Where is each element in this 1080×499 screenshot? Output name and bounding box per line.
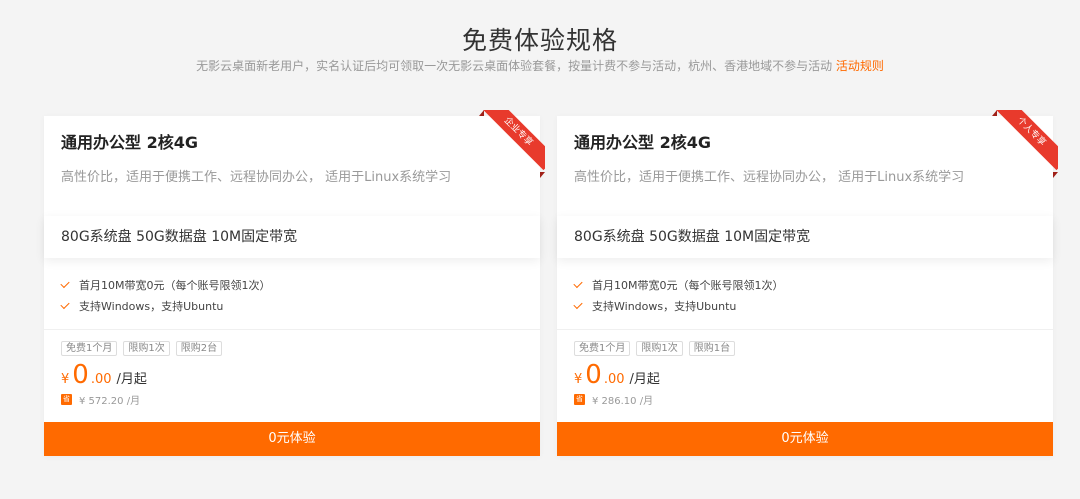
rules-link[interactable]: 活动规则: [836, 59, 884, 73]
price-integer: 0: [585, 360, 602, 390]
price-area: 免费1个月 限购1次 限购2台 ¥ 0 .00 /月起 省 ¥ 572.20 /…: [44, 330, 540, 422]
tag: 限购1次: [636, 341, 683, 356]
section-header: 免费体验规格 无影云桌面新老用户，实名认证后均可领取一次无影云桌面体验套餐，按量…: [0, 0, 1080, 76]
tag: 限购1次: [123, 341, 170, 356]
ribbon: 企业专享: [483, 110, 545, 172]
free-trial-button[interactable]: 0元体验: [557, 422, 1053, 456]
card-top: 通用办公型 2核4G 高性价比，适用于便携工作、远程协同办公， 适用于Linux…: [557, 116, 1053, 216]
feature-text: 首月10M带宽0元（每个账号限领1次）: [79, 278, 271, 292]
feature-list: 首月10M带宽0元（每个账号限领1次） 支持Windows，支持Ubuntu: [44, 258, 540, 330]
original-price: 省 ¥ 286.10 /月: [574, 392, 1036, 407]
plan-spec: 80G系统盘 50G数据盘 10M固定带宽: [557, 216, 1053, 258]
price: ¥ 0 .00 /月起: [574, 362, 1036, 388]
plan-card-personal: 个人专享 通用办公型 2核4G 高性价比，适用于便携工作、远程协同办公， 适用于…: [557, 110, 1058, 456]
plan-card-enterprise: 企业专享 通用办公型 2核4G 高性价比，适用于便携工作、远程协同办公， 适用于…: [44, 110, 545, 456]
feature-item: 首月10M带宽0元（每个账号限领1次）: [60, 274, 523, 295]
save-icon: 省: [61, 394, 72, 405]
plan-cards: 企业专享 通用办公型 2核4G 高性价比，适用于便携工作、远程协同办公， 适用于…: [44, 110, 1058, 456]
plan-name: 通用办公型 2核4G: [574, 133, 711, 152]
price-decimal: .00: [603, 372, 625, 387]
check-icon: [573, 299, 583, 309]
section-subtitle: 无影云桌面新老用户，实名认证后均可领取一次无影云桌面体验套餐，按量计费不参与活动…: [0, 56, 1080, 76]
ribbon-fold: [992, 110, 997, 116]
price-integer: 0: [72, 360, 89, 390]
price-decimal: .00: [90, 372, 112, 387]
free-trial-button[interactable]: 0元体验: [44, 422, 540, 456]
section-title: 免费体验规格: [461, 26, 618, 55]
original-price-text: ¥ 286.10 /月: [592, 396, 654, 407]
check-icon: [573, 278, 583, 288]
tag: 免费1个月: [574, 341, 631, 356]
plan-spec: 80G系统盘 50G数据盘 10M固定带宽: [44, 216, 540, 258]
plan-description: 高性价比，适用于便携工作、远程协同办公， 适用于Linux系统学习: [61, 170, 452, 185]
ribbon-fold: [1053, 172, 1058, 178]
feature-text: 首月10M带宽0元（每个账号限领1次）: [592, 278, 784, 292]
tag-list: 免费1个月 限购1次 限购1台: [574, 341, 1036, 356]
subtitle-text: 无影云桌面新老用户，实名认证后均可领取一次无影云桌面体验套餐，按量计费不参与活动…: [196, 59, 833, 73]
tag: 限购2台: [175, 341, 223, 356]
tag-list: 免费1个月 限购1次 限购2台: [61, 341, 523, 356]
ribbon-label: 个人专享: [996, 110, 1058, 171]
check-icon: [60, 299, 70, 309]
ribbon-label: 企业专享: [483, 110, 545, 171]
feature-list: 首月10M带宽0元（每个账号限领1次） 支持Windows，支持Ubuntu: [557, 258, 1053, 330]
original-price-text: ¥ 572.20 /月: [79, 396, 141, 407]
tag: 限购1台: [688, 341, 736, 356]
price-area: 免费1个月 限购1次 限购1台 ¥ 0 .00 /月起 省 ¥ 286.10 /…: [557, 330, 1053, 422]
currency-symbol: ¥: [574, 372, 583, 387]
original-price: 省 ¥ 572.20 /月: [61, 392, 523, 407]
save-icon: 省: [574, 394, 585, 405]
feature-item: 支持Windows，支持Ubuntu: [60, 295, 523, 316]
ribbon: 个人专享: [996, 110, 1058, 172]
price-unit: /月起: [116, 372, 147, 387]
ribbon-fold: [540, 172, 545, 178]
price: ¥ 0 .00 /月起: [61, 362, 523, 388]
feature-item: 首月10M带宽0元（每个账号限领1次）: [573, 274, 1036, 295]
card-top: 通用办公型 2核4G 高性价比，适用于便携工作、远程协同办公， 适用于Linux…: [44, 116, 540, 216]
check-icon: [60, 278, 70, 288]
feature-text: 支持Windows，支持Ubuntu: [592, 299, 737, 313]
feature-text: 支持Windows，支持Ubuntu: [79, 299, 224, 313]
tag: 免费1个月: [61, 341, 118, 356]
currency-symbol: ¥: [61, 372, 70, 387]
plan-description: 高性价比，适用于便携工作、远程协同办公， 适用于Linux系统学习: [574, 170, 965, 185]
feature-item: 支持Windows，支持Ubuntu: [573, 295, 1036, 316]
ribbon-fold: [479, 110, 484, 116]
price-unit: /月起: [629, 372, 660, 387]
plan-name: 通用办公型 2核4G: [61, 133, 198, 152]
